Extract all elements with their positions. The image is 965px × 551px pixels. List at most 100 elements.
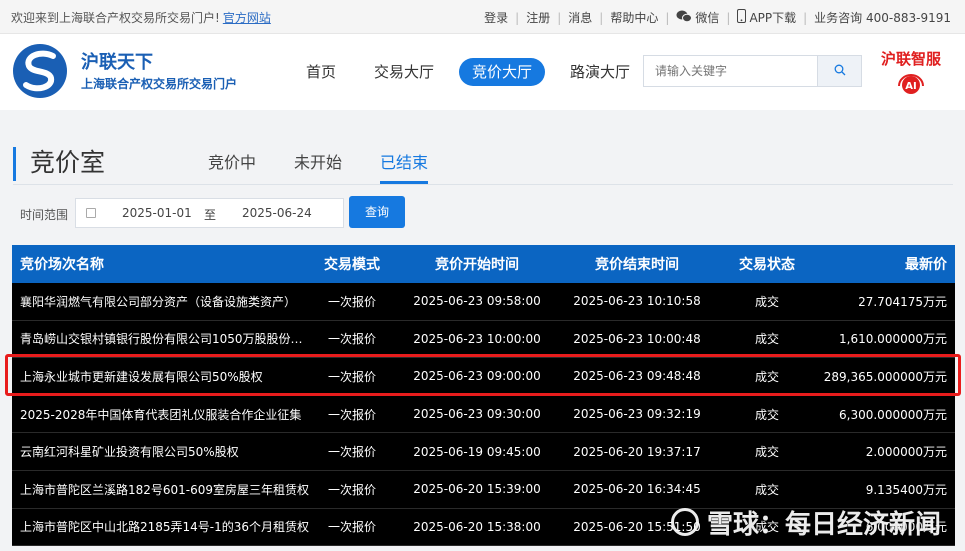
ai-service-label: 沪联智服 bbox=[880, 50, 941, 68]
cell-latest-price: 6,300.000000万元 bbox=[839, 407, 947, 422]
cell-status: 成交 bbox=[754, 482, 779, 497]
cell-trade-mode: 一次报价 bbox=[327, 294, 376, 309]
search-icon bbox=[834, 64, 846, 79]
cell-session-name[interactable]: 青岛崂山交银村镇银行股份有限公司1050万股股份（... bbox=[12, 330, 312, 347]
section-header: 竞价室 竞价中 未开始 已结束 bbox=[13, 143, 953, 185]
cell-start-time: 2025-06-23 10:00:00 bbox=[413, 331, 541, 346]
date-range-picker[interactable]: 2025-01-01 至 2025-06-24 bbox=[75, 198, 344, 228]
cell-start-time: 2025-06-23 09:58:00 bbox=[413, 294, 541, 309]
cell-end-time: 2025-06-20 16:34:45 bbox=[573, 482, 701, 497]
official-site-link[interactable]: 官方网站 bbox=[223, 11, 271, 25]
divider: | bbox=[557, 10, 562, 25]
tab-ended[interactable]: 已结束 bbox=[380, 152, 429, 184]
cell-end-time: 2025-06-23 10:10:58 bbox=[573, 294, 701, 309]
register-link[interactable]: 注册 bbox=[526, 9, 550, 26]
search-button[interactable] bbox=[817, 56, 861, 86]
site-header: 沪联天下 上海联合产权交易所交易门户 首页 交易大厅 竞价大厅 路演大厅 沪联智… bbox=[0, 34, 965, 110]
cell-trade-mode: 一次报价 bbox=[327, 520, 376, 535]
messages-link[interactable]: 消息 bbox=[568, 9, 592, 26]
cell-status: 成交 bbox=[754, 294, 779, 309]
brand-title: 沪联天下 bbox=[81, 52, 153, 73]
nav-bidding-hall[interactable]: 竞价大厅 bbox=[459, 58, 546, 86]
nav-trading-hall[interactable]: 交易大厅 bbox=[361, 58, 447, 86]
search-box bbox=[643, 55, 862, 87]
help-center-link[interactable]: 帮助中心 bbox=[610, 9, 658, 26]
cell-start-time: 2025-06-23 09:30:00 bbox=[413, 407, 541, 422]
tab-in-progress[interactable]: 竞价中 bbox=[208, 152, 256, 184]
cell-session-name[interactable]: 上海市普陀区中山北路2185弄14号-1的36个月租赁权 bbox=[12, 518, 312, 535]
table-row[interactable]: 青岛崂山交银村镇银行股份有限公司1050万股股份（... 一次报价 2025-06-… bbox=[12, 320, 955, 359]
cell-start-time: 2025-06-20 15:38:00 bbox=[413, 519, 541, 534]
ai-robot-icon: AI bbox=[896, 73, 926, 95]
cell-status: 成交 bbox=[754, 407, 779, 422]
welcome-message: 欢迎来到上海联合产权交易所交易门户! bbox=[11, 11, 220, 25]
cell-latest-price: 27.704175万元 bbox=[858, 294, 947, 309]
page-title: 竞价室 bbox=[30, 148, 106, 177]
phone-icon bbox=[737, 9, 747, 26]
section-accent-bar bbox=[13, 147, 16, 181]
end-date[interactable]: 2025-06-24 bbox=[242, 206, 312, 220]
cell-latest-price: 1,610.000000万元 bbox=[839, 332, 947, 347]
brand-subtitle: 上海联合产权交易所交易门户 bbox=[81, 77, 238, 91]
start-date[interactable]: 2025-01-01 bbox=[122, 206, 192, 220]
divider: | bbox=[803, 10, 808, 25]
cell-start-time: 2025-06-19 09:45:00 bbox=[413, 444, 541, 459]
cell-session-name[interactable]: 上海市普陀区兰溪路182号601-609室房屋三年租赁权 bbox=[12, 481, 312, 498]
time-range-label: 时间范围 bbox=[20, 208, 69, 222]
cell-status: 成交 bbox=[754, 445, 779, 460]
cell-session-name[interactable]: 2025-2028年中国体育代表团礼仪服装合作企业征集 bbox=[12, 406, 312, 423]
tab-not-started[interactable]: 未开始 bbox=[294, 152, 342, 184]
cell-end-time: 2025-06-23 09:32:19 bbox=[573, 407, 701, 422]
ai-badge-text: AI bbox=[905, 81, 916, 92]
col-end-time: 竞价结束时间 bbox=[595, 257, 679, 273]
col-start-time: 竞价开始时间 bbox=[435, 257, 519, 273]
calendar-icon bbox=[86, 208, 96, 218]
ai-service[interactable]: 沪联智服 AI bbox=[876, 48, 946, 95]
nav-home[interactable]: 首页 bbox=[293, 58, 349, 86]
top-links: 登录 | 注册 | 消息 | 帮助中心 | 微信 | APP下载 | 业务咨询 … bbox=[484, 9, 951, 26]
col-latest-price: 最新价 bbox=[905, 257, 947, 273]
watermark-text: 雪球：每日经济新闻 bbox=[707, 509, 942, 540]
table-row[interactable]: 云南红河科星矿业投资有限公司50%股权 一次报价 2025-06-19 09:45:… bbox=[12, 433, 955, 471]
wechat-link[interactable]: 微信 bbox=[695, 9, 719, 26]
status-tabs: 竞价中 未开始 已结束 bbox=[208, 152, 466, 184]
app-download-link[interactable]: APP下载 bbox=[749, 9, 796, 26]
table-header: 竞价场次名称 交易模式 竞价开始时间 竞价结束时间 交易状态 最新价 bbox=[12, 245, 955, 283]
col-status: 交易状态 bbox=[739, 257, 795, 273]
query-button[interactable]: 查询 bbox=[349, 196, 405, 228]
cell-end-time: 2025-06-20 19:37:17 bbox=[573, 444, 701, 459]
highlight-box bbox=[5, 354, 961, 396]
welcome-text: 欢迎来到上海联合产权交易所交易门户! 官方网站 bbox=[11, 9, 271, 26]
top-bar: 欢迎来到上海联合产权交易所交易门户! 官方网站 登录 | 注册 | 消息 | 帮助… bbox=[0, 0, 965, 34]
hotline-text: 业务咨询 400-883-9191 bbox=[814, 11, 951, 25]
cell-trade-mode: 一次报价 bbox=[327, 482, 376, 497]
divider: | bbox=[515, 10, 520, 25]
cell-end-time: 2025-06-23 10:00:48 bbox=[573, 331, 701, 346]
watermark: 雪球：每日经济新闻 bbox=[671, 502, 941, 542]
cell-status: 成交 bbox=[754, 332, 779, 347]
cell-trade-mode: 一次报价 bbox=[327, 332, 376, 347]
snowball-logo-icon bbox=[671, 508, 699, 536]
table-row[interactable]: 2025-2028年中国体育代表团礼仪服装合作企业征集 一次报价 2025-06-2… bbox=[12, 395, 955, 434]
divider: | bbox=[665, 10, 670, 25]
cell-start-time: 2025-06-20 15:39:00 bbox=[413, 482, 541, 497]
date-separator: 至 bbox=[204, 208, 217, 222]
table-row[interactable]: 襄阳华润燃气有限公司部分资产（设备设施类资产） 一次报价 2025-06-23 09… bbox=[12, 283, 955, 321]
logo-icon[interactable] bbox=[11, 40, 69, 102]
col-trade-mode: 交易模式 bbox=[324, 257, 380, 273]
divider: | bbox=[726, 10, 731, 25]
main-nav: 首页 交易大厅 竞价大厅 路演大厅 bbox=[293, 58, 655, 86]
divider: | bbox=[599, 10, 604, 25]
cell-latest-price: 2.000000万元 bbox=[865, 445, 947, 460]
cell-trade-mode: 一次报价 bbox=[327, 407, 376, 422]
login-link[interactable]: 登录 bbox=[484, 9, 508, 26]
cell-trade-mode: 一次报价 bbox=[327, 445, 376, 460]
wechat-icon bbox=[676, 10, 693, 26]
cell-session-name[interactable]: 云南红河科星矿业投资有限公司50%股权 bbox=[12, 443, 312, 460]
nav-roadshow-hall[interactable]: 路演大厅 bbox=[557, 58, 643, 86]
cell-session-name[interactable]: 襄阳华润燃气有限公司部分资产（设备设施类资产） bbox=[12, 293, 312, 310]
search-input[interactable] bbox=[644, 56, 818, 86]
date-filter: 时间范围 2025-01-01 至 2025-06-24 查询 bbox=[20, 196, 410, 228]
col-session-name: 竞价场次名称 bbox=[20, 257, 104, 273]
cell-latest-price: 9.135400万元 bbox=[865, 482, 947, 497]
